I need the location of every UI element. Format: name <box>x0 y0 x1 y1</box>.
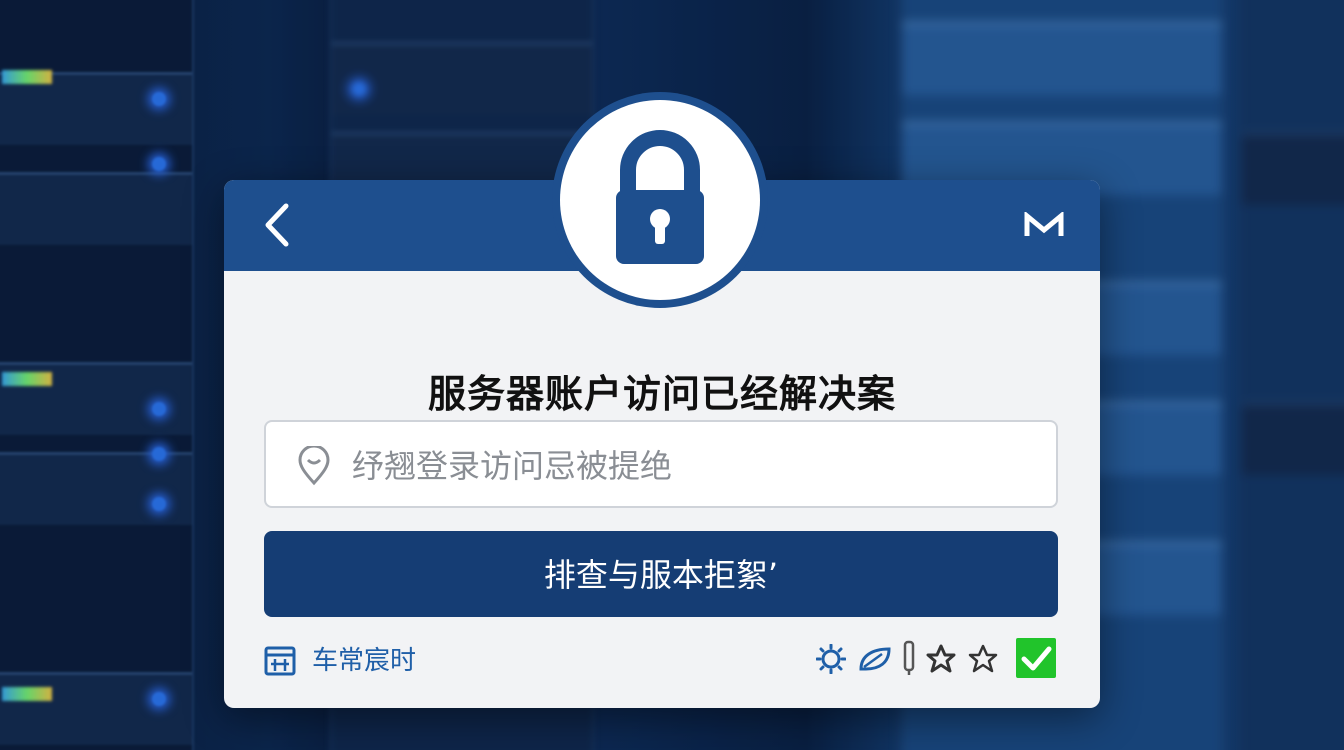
dialog-title: 服务器账户访问已经解决案 <box>427 372 896 416</box>
m-logo-icon <box>1024 210 1064 236</box>
lock-badge <box>552 92 768 308</box>
star-filled-icon[interactable] <box>926 644 956 674</box>
checkbox-checked-icon[interactable] <box>1016 638 1056 678</box>
leaf-icon[interactable] <box>858 646 892 672</box>
sun-icon[interactable] <box>816 644 846 674</box>
map-pin-icon <box>298 446 330 486</box>
search-input[interactable]: 纾翘登录访问忌被提绝 <box>264 420 1058 508</box>
padlock-icon <box>616 130 704 264</box>
star-outline-icon[interactable] <box>968 644 998 674</box>
primary-button-label: 排查与服本拒絮’ <box>543 556 779 594</box>
footer-icon-row <box>816 638 1056 680</box>
chevron-left-icon <box>265 203 289 247</box>
input-value: 纾翘登录访问忌被提绝 <box>352 447 673 485</box>
pen-icon[interactable] <box>902 640 916 676</box>
menu-button[interactable] <box>1024 210 1064 238</box>
back-button[interactable] <box>256 200 302 250</box>
calendar-icon <box>264 646 296 676</box>
footer-link-label: 车常宸时 <box>312 646 417 676</box>
primary-button[interactable]: 排查与服本拒絮’ <box>264 531 1058 617</box>
